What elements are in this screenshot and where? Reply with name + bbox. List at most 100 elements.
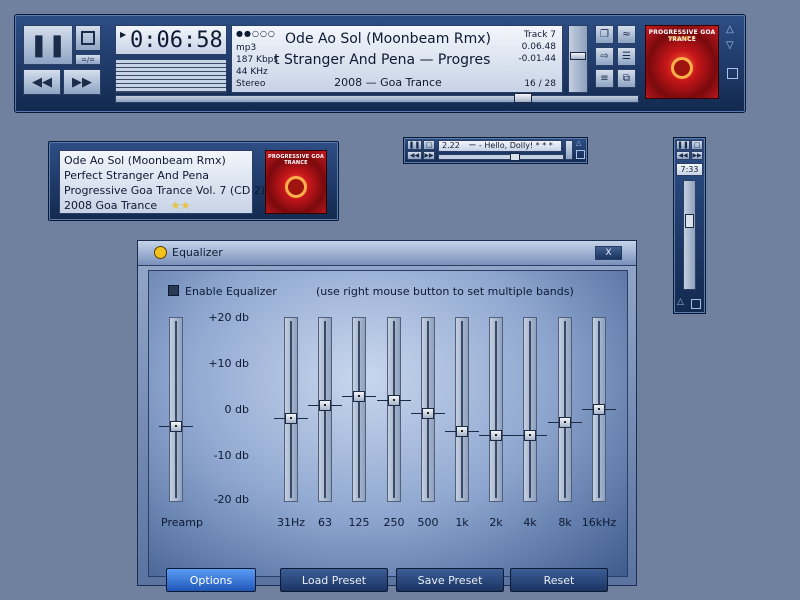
bitrate-label: 187 Kbps xyxy=(236,55,279,65)
codec-label: mp3 xyxy=(236,43,257,53)
band-label: 31Hz xyxy=(276,516,306,529)
band-label: 500 xyxy=(417,516,439,529)
cover-subtitle: VOLUME 7 xyxy=(669,36,695,42)
band-knob[interactable] xyxy=(353,390,365,402)
equalizer-icon[interactable]: ☰ xyxy=(617,47,636,66)
close-icon: X xyxy=(605,248,612,258)
band-slider-3[interactable] xyxy=(387,317,401,502)
mini-stop-button[interactable]: □ xyxy=(423,140,435,150)
band-label: 63 xyxy=(318,516,332,529)
collapse-down-icon[interactable]: ▽ xyxy=(726,40,734,51)
scrolling-artist: t Stranger And Pena — Progres xyxy=(274,52,491,68)
band-slider-0[interactable] xyxy=(284,317,298,502)
vert-up-icon[interactable]: △ xyxy=(677,297,684,307)
band-knob[interactable] xyxy=(422,408,434,420)
equalizer-close-button[interactable]: X xyxy=(595,246,622,260)
main-player-window: ❚❚ =/= ◀◀ ▶▶ ▶ 0:06:58 ●●○○○ mp3 187 Kbp… xyxy=(14,14,746,113)
mini-display: 2.22 ー - Hello, Dolly! * * * xyxy=(438,140,562,152)
enable-equalizer-checkbox[interactable] xyxy=(168,285,179,296)
band-knob[interactable] xyxy=(524,430,536,442)
info-album-cover[interactable]: PROGRESSIVE GOA TRANCE xyxy=(265,150,327,214)
stop-button[interactable] xyxy=(75,25,101,51)
album-cover[interactable]: PROGRESSIVE GOA TRANCE VOLUME 7 xyxy=(645,25,719,99)
seek-thumb[interactable] xyxy=(514,93,533,103)
db-label-zero: 0 db xyxy=(224,403,249,416)
band-knob[interactable] xyxy=(456,425,468,437)
mini-pause-button[interactable]: ❚❚ xyxy=(407,140,422,150)
mini-next-button[interactable]: ▶▶ xyxy=(423,151,435,160)
band-label: 4k xyxy=(523,516,537,529)
band-slider-6[interactable] xyxy=(489,317,503,502)
vert-volume-thumb[interactable] xyxy=(685,213,694,228)
band-slider-5[interactable] xyxy=(455,317,469,502)
band-knob[interactable] xyxy=(490,430,502,442)
info-panel-window: Ode Ao Sol (Moonbeam Rmx) Perfect Strang… xyxy=(48,141,339,221)
cover-emblem xyxy=(671,56,693,79)
mini-volume-slider[interactable] xyxy=(565,140,573,160)
band-slider-2[interactable] xyxy=(352,317,366,502)
network-icon[interactable]: ≈ xyxy=(617,25,636,44)
enable-equalizer-label[interactable]: Enable Equalizer xyxy=(185,285,277,298)
pause-button[interactable]: ❚❚ xyxy=(23,25,73,65)
band-slider-7[interactable] xyxy=(523,317,537,502)
db-label-minus10: -10 db xyxy=(213,449,249,462)
save-preset-button[interactable]: Save Preset xyxy=(396,568,504,592)
info-cover-emblem xyxy=(285,175,307,198)
vert-next-button[interactable]: ▶▶ xyxy=(691,151,703,160)
rating-stars[interactable]: ★★ xyxy=(171,199,191,212)
playlist-icon[interactable]: ≡ xyxy=(595,69,614,88)
mini-up-icon[interactable]: △ xyxy=(576,139,581,147)
band-knob[interactable] xyxy=(559,417,571,429)
mini-seek-bar[interactable] xyxy=(438,153,564,161)
minimize-icon[interactable] xyxy=(727,68,738,79)
reset-button[interactable]: Reset xyxy=(510,568,608,592)
band-label: 8k xyxy=(558,516,572,529)
equalizer-app-icon xyxy=(154,246,167,259)
repeat-toggle[interactable]: =/= xyxy=(75,54,101,65)
vert-stop-button[interactable]: □ xyxy=(691,140,703,150)
copy-icon[interactable]: ❐ xyxy=(595,25,614,44)
band-knob[interactable] xyxy=(593,404,605,415)
preamp-knob[interactable] xyxy=(170,421,182,433)
info-artist: Perfect Stranger And Pena xyxy=(64,169,210,182)
status-dots: ●●○○○ xyxy=(236,29,276,38)
vert-time-display: 7:33 xyxy=(676,163,703,176)
song-info-display: ●●○○○ mp3 187 Kbps 44 KHz Stereo Ode Ao … xyxy=(231,25,563,93)
load-preset-button[interactable]: Load Preset xyxy=(280,568,388,592)
export-icon[interactable]: ⇨ xyxy=(595,47,614,66)
equalizer-window: Equalizer X Enable Equalizer (use right … xyxy=(137,240,637,592)
collapse-up-icon[interactable]: △ xyxy=(726,24,734,35)
elapsed-small: 0.06.48 xyxy=(521,42,556,52)
windows-icon[interactable]: ⧉ xyxy=(617,69,636,88)
band-knob[interactable] xyxy=(388,395,400,407)
vert-pause-button[interactable]: ❚❚ xyxy=(676,140,690,150)
play-state-icon: ▶ xyxy=(120,30,127,39)
mini-seek-thumb[interactable] xyxy=(509,153,520,161)
remaining-time: -0.01.44 xyxy=(518,54,556,64)
next-button[interactable]: ▶▶ xyxy=(63,69,101,95)
previous-button[interactable]: ◀◀ xyxy=(23,69,61,95)
preamp-slider[interactable] xyxy=(169,317,183,502)
seek-bar[interactable] xyxy=(115,93,639,103)
elapsed-time: 0:06:58 xyxy=(130,28,223,53)
time-display[interactable]: ▶ 0:06:58 xyxy=(115,25,227,55)
options-button[interactable]: Options xyxy=(166,568,256,592)
info-cover-title: PROGRESSIVE GOA TRANCE xyxy=(267,154,325,166)
vert-volume-slider[interactable] xyxy=(683,180,696,290)
spectrum-analyzer[interactable] xyxy=(115,59,227,93)
vert-restore-icon[interactable] xyxy=(691,299,701,309)
band-knob[interactable] xyxy=(285,412,297,424)
db-label-minus20: -20 db xyxy=(213,493,249,506)
vert-prev-button[interactable]: ◀◀ xyxy=(676,151,690,160)
samplerate-label: 44 KHz xyxy=(236,67,268,77)
mini-prev-button[interactable]: ◀◀ xyxy=(407,151,422,160)
band-knob[interactable] xyxy=(319,399,331,411)
equalizer-body: Enable Equalizer (use right mouse button… xyxy=(148,270,628,592)
volume-slider[interactable] xyxy=(568,25,588,93)
mini-title: ー - Hello, Dolly! * * * xyxy=(468,141,553,150)
mini-restore-icon[interactable] xyxy=(576,150,585,159)
volume-thumb[interactable] xyxy=(570,52,586,61)
equalizer-titlebar[interactable]: Equalizer X xyxy=(138,241,636,266)
song-title: Ode Ao Sol (Moonbeam Rmx) xyxy=(285,31,491,47)
band-slider-8[interactable] xyxy=(558,317,572,502)
